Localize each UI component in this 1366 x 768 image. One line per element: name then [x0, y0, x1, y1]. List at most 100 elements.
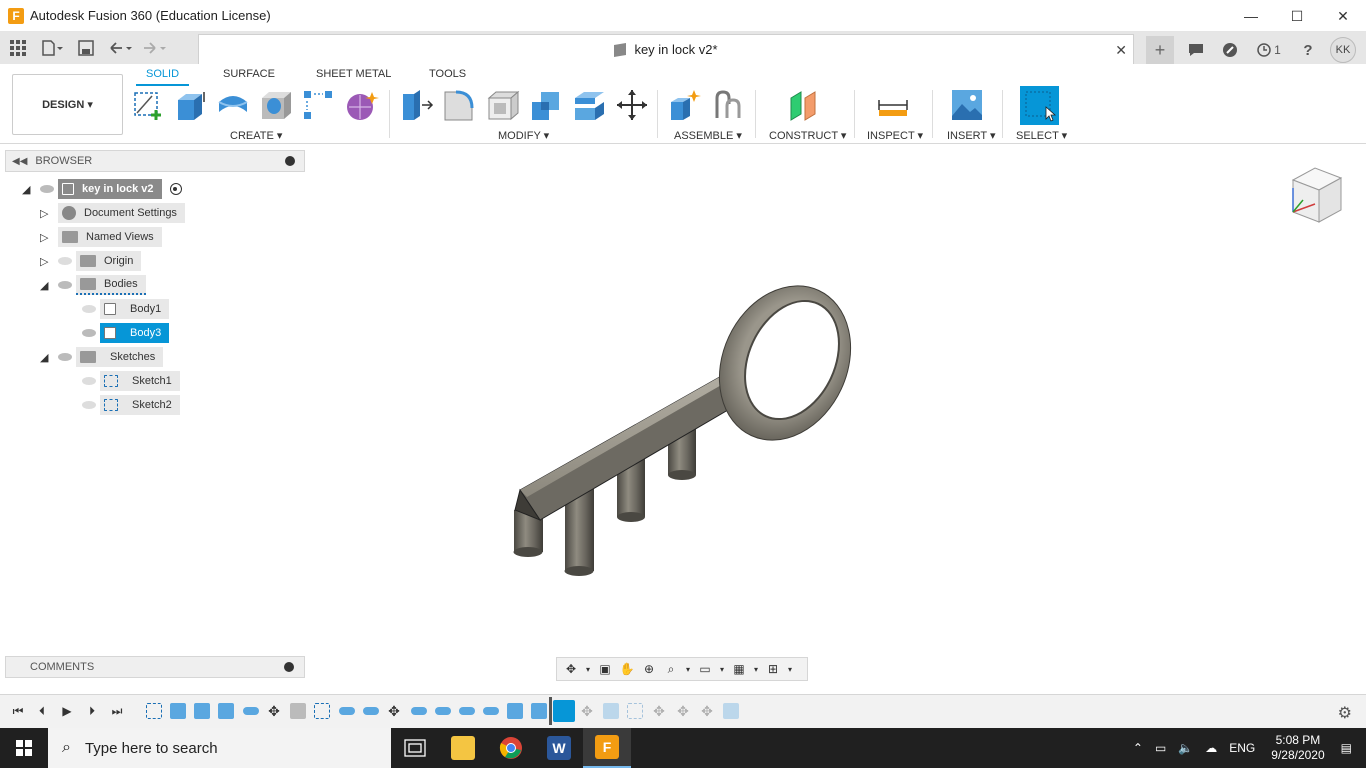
taskbar-search[interactable]: ⌕ Type here to search [48, 728, 391, 768]
timeline-hole-feature[interactable] [290, 703, 306, 719]
visibility-eye-icon[interactable] [40, 185, 54, 193]
timeline-body-feature[interactable] [483, 707, 499, 715]
zoom-icon[interactable]: ⊕ [641, 661, 657, 677]
create-sketch-icon[interactable] [132, 88, 166, 122]
create-form-icon[interactable] [345, 88, 379, 122]
data-panel-grid-icon[interactable] [6, 36, 30, 60]
timeline-combine-feature[interactable] [507, 703, 523, 719]
visibility-eye-icon[interactable] [58, 281, 72, 289]
tree-item-sketch1[interactable]: Sketch1 [78, 371, 180, 391]
select-group-label[interactable]: SELECT ▾ [1016, 129, 1067, 142]
timeline-move-feature[interactable]: ✥ [651, 703, 667, 719]
fillet-icon[interactable] [442, 88, 476, 122]
revolve-icon[interactable] [216, 88, 250, 122]
timeline-body-feature[interactable] [243, 707, 259, 715]
chevron-up-icon[interactable]: ⌃ [1133, 741, 1143, 755]
volume-icon[interactable]: 🔈 [1178, 741, 1193, 755]
play-icon[interactable]: ▶ [59, 703, 75, 719]
help-icon[interactable]: ? [1296, 38, 1320, 62]
tree-item-origin[interactable]: ▷ Origin [40, 251, 142, 271]
timeline-sketch-feature[interactable] [627, 703, 643, 719]
tree-item-document-settings[interactable]: ▷ Document Settings [40, 203, 185, 223]
new-tab-button[interactable]: + [1146, 36, 1174, 64]
cloud-icon[interactable]: ☁ [1205, 741, 1217, 755]
dropdown-arrow-icon[interactable]: ▾ [719, 661, 725, 677]
combine-icon[interactable] [529, 88, 563, 122]
create-group-label[interactable]: CREATE ▾ [230, 129, 282, 142]
tab-solid[interactable]: SOLID [136, 68, 190, 86]
view-cube[interactable] [1285, 160, 1345, 230]
dropdown-arrow-icon[interactable]: ▾ [585, 661, 591, 677]
activate-radio-icon[interactable] [169, 183, 182, 195]
timeline-body-feature[interactable] [339, 707, 355, 715]
save-icon[interactable] [74, 36, 98, 60]
offset-face-icon[interactable] [572, 88, 606, 122]
tree-item-sketches[interactable]: ◢ Sketches [40, 347, 164, 367]
timeline-body-feature[interactable] [435, 707, 451, 715]
grid-icon[interactable]: ▦ [731, 661, 747, 677]
tab-surface[interactable]: SURFACE [223, 68, 275, 80]
timeline-body-feature[interactable] [363, 707, 379, 715]
timeline-move-feature[interactable]: ✥ [266, 703, 282, 719]
timeline-sketch-feature[interactable] [146, 703, 162, 719]
press-pull-icon[interactable] [400, 88, 434, 122]
dropdown-arrow-icon[interactable]: ▾ [753, 661, 759, 677]
timeline-move-feature[interactable]: ✥ [579, 703, 595, 719]
redo-icon[interactable] [142, 36, 166, 60]
timeline-extrude-feature[interactable] [170, 703, 186, 719]
tab-tools[interactable]: TOOLS [429, 68, 466, 80]
dropdown-arrow-icon[interactable]: ▾ [685, 661, 691, 677]
expand-triangle-icon[interactable]: ▷ [40, 207, 54, 220]
display-settings-icon[interactable]: ▭ [697, 661, 713, 677]
fusion-taskbar-app[interactable]: F [583, 728, 631, 768]
maximize-button[interactable]: ☐ [1274, 0, 1320, 32]
word-app[interactable]: W [535, 728, 583, 768]
measure-icon[interactable] [876, 88, 910, 122]
visibility-eye-icon[interactable] [82, 401, 96, 409]
visibility-eye-icon[interactable] [58, 257, 72, 265]
tree-item-body3[interactable]: Body3 [78, 323, 170, 343]
hole-icon[interactable] [259, 88, 293, 122]
add-comment-icon[interactable] [284, 662, 294, 672]
document-tab-close-icon[interactable]: ✕ [1115, 42, 1127, 59]
file-explorer-app[interactable] [439, 728, 487, 768]
browser-header[interactable]: ◀◀ BROWSER [5, 150, 305, 172]
tree-root[interactable]: ◢ key in lock v2 [22, 179, 182, 199]
minimize-button[interactable]: — [1228, 0, 1274, 32]
go-to-end-icon[interactable]: ⏭ [109, 703, 125, 719]
new-component-icon[interactable] [668, 88, 702, 122]
viewports-icon[interactable]: ⊞ [765, 661, 781, 677]
notification-center-icon[interactable]: ▤ [1341, 741, 1352, 755]
job-status-icon[interactable]: 1 [1252, 38, 1286, 62]
step-back-icon[interactable]: ⏴ [34, 703, 50, 719]
task-view-button[interactable] [391, 728, 439, 768]
step-forward-icon[interactable]: ⏵ [84, 703, 100, 719]
start-button[interactable] [0, 728, 48, 768]
battery-icon[interactable]: ▭ [1155, 741, 1166, 755]
inspect-group-label[interactable]: INSPECT ▾ [867, 129, 923, 142]
pan-hand-icon[interactable]: ✋ [619, 661, 635, 677]
shell-icon[interactable] [486, 88, 520, 122]
timeline-settings-gear-icon[interactable]: ⚙ [1338, 703, 1352, 723]
joint-icon[interactable] [711, 88, 745, 122]
tree-item-bodies[interactable]: ◢ Bodies [40, 275, 146, 295]
timeline-extrude-feature[interactable] [218, 703, 234, 719]
expand-triangle-icon[interactable]: ▷ [40, 255, 54, 268]
construct-group-label[interactable]: CONSTRUCT ▾ [769, 129, 846, 142]
dropdown-arrow-icon[interactable]: ▾ [787, 661, 793, 677]
workspace-switcher-button[interactable]: DESIGN ▾ [12, 74, 123, 135]
timeline-current-feature[interactable] [553, 700, 575, 722]
timeline-move-feature[interactable]: ✥ [675, 703, 691, 719]
language-indicator[interactable]: ENG [1229, 741, 1255, 755]
move-copy-icon[interactable] [615, 88, 649, 122]
tree-item-body1[interactable]: Body1 [78, 299, 170, 319]
extensions-icon[interactable] [1218, 38, 1242, 62]
expand-triangle-icon[interactable]: ▷ [40, 231, 54, 244]
timeline-move-feature[interactable]: ✥ [699, 703, 715, 719]
timeline-body-feature[interactable] [411, 707, 427, 715]
close-button[interactable]: ✕ [1320, 0, 1366, 32]
collapse-panel-icon[interactable]: ◀◀ [12, 156, 27, 167]
document-tab[interactable]: key in lock v2* ✕ [198, 34, 1134, 64]
visibility-eye-icon[interactable] [82, 305, 96, 313]
chrome-app[interactable] [487, 728, 535, 768]
